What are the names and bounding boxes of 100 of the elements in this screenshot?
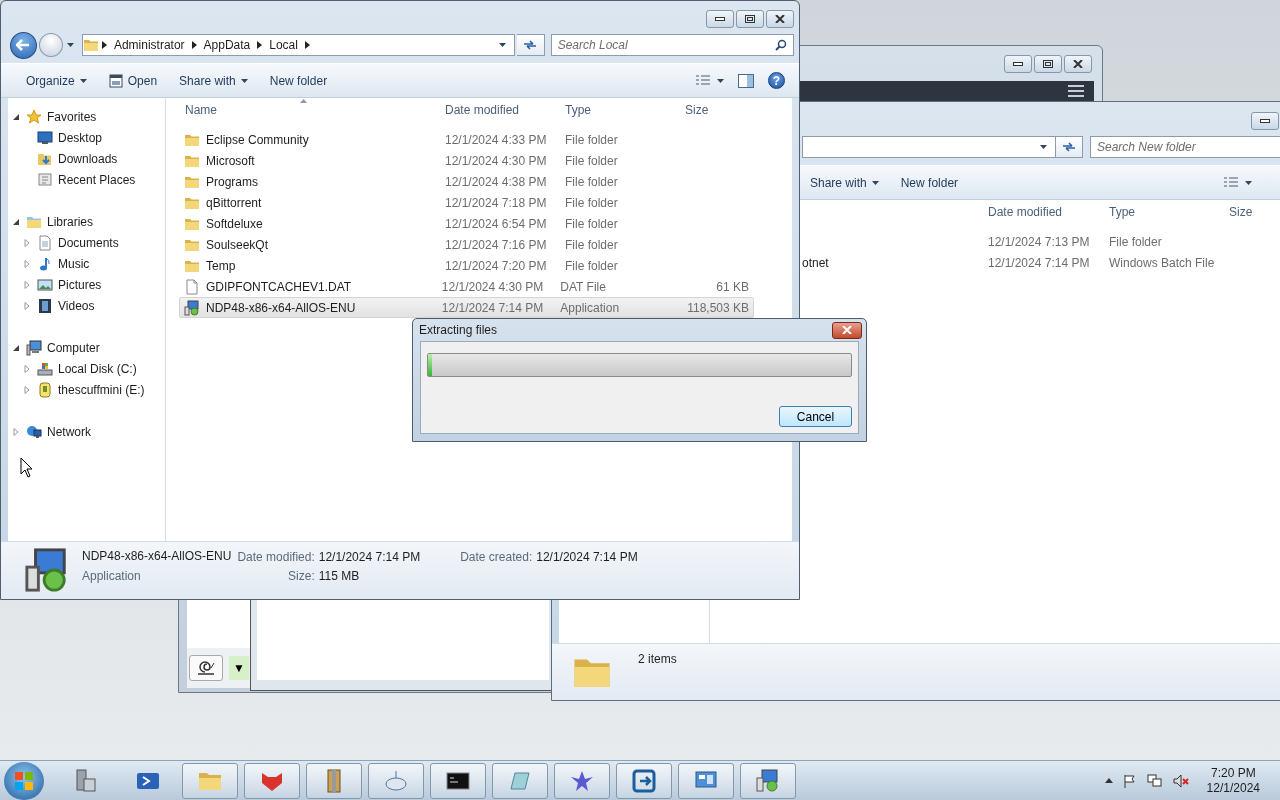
minimize-button[interactable] <box>1251 112 1279 130</box>
hard-drive-icon <box>37 360 53 377</box>
column-header[interactable]: Date modified <box>439 98 559 122</box>
address-bar[interactable]: Administrator AppData Local <box>81 34 515 56</box>
breadcrumb-arrow-icon[interactable] <box>257 41 263 49</box>
start-button[interactable] <box>4 761 44 800</box>
toolbar-button[interactable]: New folder <box>261 68 336 93</box>
file-name: otnet <box>802 255 829 270</box>
file-row[interactable]: Programs 12/1/2024 4:38 PM File folder <box>179 171 754 192</box>
details-view-icon <box>695 73 711 88</box>
minimize-icon <box>1013 61 1023 67</box>
close-icon <box>842 326 852 334</box>
clock-time[interactable]: 7:20 PM <box>1210 765 1256 781</box>
film-icon <box>37 297 53 314</box>
file-row[interactable]: SoulseekQt 12/1/2024 7:16 PM File folder <box>179 234 754 255</box>
toolbar-button[interactable]: New folder <box>892 170 967 195</box>
view-options-button[interactable] <box>695 73 724 88</box>
file-row[interactable]: Microsoft 12/1/2024 4:30 PM File folder <box>179 150 754 171</box>
clock-date[interactable]: 12/1/2024 <box>1206 780 1260 796</box>
nav-item[interactable]: Documents <box>19 232 165 253</box>
toolbar-button[interactable]: Open <box>100 68 166 93</box>
item-count: 2 items <box>638 652 677 666</box>
nav-item[interactable]: Videos <box>19 295 165 316</box>
column-header[interactable]: Type <box>559 98 679 122</box>
nav-item[interactable]: Pictures <box>19 274 165 295</box>
close-button[interactable] <box>1064 55 1092 73</box>
column-header[interactable]: Type <box>1103 200 1223 224</box>
table-cell-text: 12/1/2024 4:30 PM <box>440 279 545 294</box>
picture-icon <box>37 276 53 293</box>
file-row[interactable]: GDIPFONTCACHEV1.DAT 12/1/2024 4:30 PM DAT File 61 KB <box>179 276 754 297</box>
nav-item[interactable]: Favorites <box>8 106 165 127</box>
field-label: Size: <box>287 569 315 583</box>
breadcrumb-arrow-icon[interactable] <box>191 41 197 49</box>
minimize-button[interactable] <box>1004 55 1032 73</box>
table-cell-text: 61 KB <box>715 279 750 294</box>
back-button[interactable] <box>10 31 37 59</box>
cancel-button[interactable]: Cancel <box>779 406 852 427</box>
file-name: NDP48-x86-x64-AllOS-ENU <box>82 549 232 564</box>
preview-pane-button[interactable] <box>738 73 754 88</box>
file-row[interactable]: Temp 12/1/2024 7:20 PM File folder <box>179 255 754 276</box>
nav-item[interactable]: thescuffmini (E:) <box>19 379 165 400</box>
recent-pages-button[interactable] <box>64 43 76 47</box>
nav-item[interactable]: Local Disk (C:) <box>19 358 165 379</box>
file-row[interactable]: Eclipse Community 12/1/2024 4:33 PM File folder <box>179 129 754 150</box>
caret-icon <box>871 180 879 185</box>
minimize-button[interactable] <box>706 10 734 28</box>
expand-arrow-icon[interactable] <box>12 343 20 352</box>
maximize-button[interactable] <box>736 10 764 28</box>
nav-item[interactable]: Desktop <box>19 127 165 148</box>
taskbar-button[interactable] <box>430 762 486 799</box>
show-hidden-icons-button[interactable] <box>1104 778 1113 783</box>
nav-item[interactable]: Downloads <box>19 148 165 169</box>
nav-item[interactable]: Libraries <box>8 211 165 232</box>
refresh-button[interactable] <box>1055 136 1083 158</box>
volume-button[interactable] <box>1172 773 1189 788</box>
snail-button[interactable] <box>189 655 223 681</box>
computer-icon <box>26 339 42 356</box>
address-bar[interactable] <box>802 136 1056 158</box>
file-name: Programs <box>206 174 258 189</box>
nav-item[interactable]: Music <box>19 253 165 274</box>
file-row[interactable]: NDP48-x86-x64-AllOS-ENU 12/1/2024 7:14 PM Application 118,503 KB <box>179 297 754 318</box>
breadcrumb-arrow-icon[interactable] <box>101 41 107 49</box>
table-cell-text: 12/1/2024 7:13 PM <box>987 234 1091 249</box>
file-name: Softdeluxe <box>206 216 263 231</box>
breadcrumb-link[interactable]: AppData <box>199 38 255 52</box>
refresh-button[interactable] <box>516 34 545 56</box>
breadcrumb-arrow-icon[interactable] <box>304 41 310 49</box>
close-button[interactable] <box>832 321 862 339</box>
close-button[interactable] <box>766 10 794 28</box>
column-header[interactable]: Size <box>1223 200 1280 224</box>
muted-speaker-icon <box>1172 773 1189 788</box>
menu-icon[interactable] <box>1068 85 1084 97</box>
expand-arrow-icon[interactable] <box>12 217 20 226</box>
breadcrumb-link[interactable]: Administrator <box>109 38 189 52</box>
dropdown-button[interactable]: ▼ <box>229 656 249 680</box>
table-cell-text: 12/1/2024 4:33 PM <box>444 132 548 147</box>
nav-item[interactable]: Computer <box>8 337 165 358</box>
search-field[interactable]: Search Local <box>550 34 794 56</box>
toolbar-button[interactable]: Organize <box>18 68 95 93</box>
taskbar-button[interactable] <box>616 762 672 799</box>
network-icon <box>26 423 42 440</box>
toolbar-button[interactable]: Share with <box>802 170 887 195</box>
network-button[interactable] <box>1146 773 1163 788</box>
file-row[interactable]: Softdeluxe 12/1/2024 6:54 PM File folder <box>179 213 754 234</box>
nav-item[interactable]: Recent Places <box>19 169 165 190</box>
breadcrumb-link[interactable]: Local <box>265 38 302 52</box>
file-row[interactable]: qBittorrent 12/1/2024 7:18 PM File folder <box>179 192 754 213</box>
minimize-icon <box>715 16 725 22</box>
column-header[interactable]: Date modified <box>982 200 1103 224</box>
usb-drive-icon <box>37 381 53 398</box>
column-header[interactable]: Name <box>179 98 439 122</box>
column-header[interactable]: Size <box>679 98 759 122</box>
nav-item[interactable]: Network <box>8 421 165 442</box>
action-center-button[interactable] <box>1122 773 1137 788</box>
maximize-button[interactable] <box>1034 55 1062 73</box>
view-options-button[interactable] <box>1223 175 1252 190</box>
expand-arrow-icon[interactable] <box>12 112 20 121</box>
toolbar-button[interactable]: Share with <box>171 68 256 93</box>
search-field[interactable]: Search New folder <box>1090 136 1280 158</box>
caret-icon <box>717 78 724 83</box>
